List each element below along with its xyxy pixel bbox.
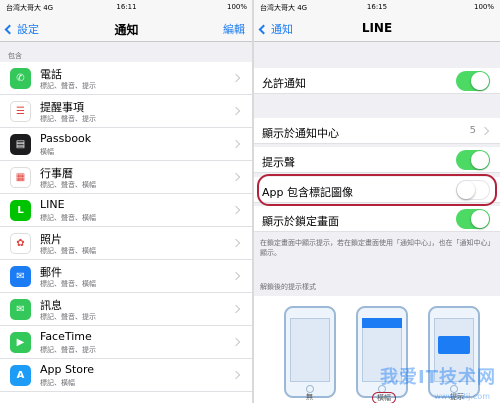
app-list: ✆ 電話 標記、聲音、提示 ☰ 提醒事項 標記、聲音、提示 ▤ Passbook 橫幅 ▦ 行事曆標… xyxy=(0,62,253,392)
chevron-right-icon xyxy=(231,172,241,182)
highlight-outline xyxy=(257,174,497,206)
sound-row[interactable]: 提示聲 xyxy=(254,147,500,173)
alert-style-label: 橫幅 xyxy=(372,392,396,403)
app-subtitle: 標記、聲音、橫幅 xyxy=(40,280,96,288)
alert-preview xyxy=(438,336,470,354)
calendar-icon: ▦ xyxy=(10,167,31,188)
list-item[interactable]: L LINE 標記、聲音、橫幅 xyxy=(0,194,253,227)
app-name: 行事曆 xyxy=(40,167,73,180)
app-subtitle: 標記、聲音、提示 xyxy=(40,82,96,90)
clock: 16:11 xyxy=(116,3,137,11)
chevron-right-icon xyxy=(231,337,241,347)
allow-notifications-label: 允許通知 xyxy=(262,77,306,90)
list-item[interactable]: ▦ 行事曆 標記、聲音、橫幅 xyxy=(0,161,253,194)
toggle-knob xyxy=(471,151,489,169)
battery-level: 100% xyxy=(226,3,247,11)
allow-notifications-toggle[interactable] xyxy=(456,71,490,91)
show-in-center-label: 顯示於通知中心 xyxy=(262,127,339,140)
chevron-right-icon xyxy=(231,271,241,281)
list-item[interactable]: ✿ 照片 標記、聲音、橫幅 xyxy=(0,227,253,260)
appstore-icon: A xyxy=(10,365,31,386)
chevron-right-icon xyxy=(231,238,241,248)
list-item[interactable]: A App Store 標記、橫幅 xyxy=(0,359,253,392)
app-name: 照片 xyxy=(40,233,62,246)
lock-screen-row[interactable]: 顯示於鎖定畫面 xyxy=(254,206,500,232)
app-subtitle: 標記、橫幅 xyxy=(40,379,75,387)
page-title: LINE xyxy=(361,21,393,35)
status-bar: 台湾大哥大 4G 16:15 100% xyxy=(254,0,500,14)
passbook-icon: ▤ xyxy=(10,134,31,155)
watermark: 我爱IT技术网 xyxy=(380,367,496,388)
app-name: 電話 xyxy=(40,68,62,81)
app-subtitle: 標記、聲音、橫幅 xyxy=(40,247,96,255)
list-item[interactable]: ✆ 電話 標記、聲音、提示 xyxy=(0,62,253,95)
reminders-icon: ☰ xyxy=(10,101,31,122)
list-item[interactable]: ☰ 提醒事項 標記、聲音、提示 xyxy=(0,95,253,128)
phone-icon: ✆ xyxy=(10,68,31,89)
app-subtitle: 標記、聲音、提示 xyxy=(40,115,96,123)
battery-level: 100% xyxy=(473,3,494,11)
mail-icon: ✉ xyxy=(10,266,31,287)
app-subtitle: 標記、聲音、橫幅 xyxy=(40,181,96,189)
chevron-right-icon xyxy=(231,106,241,116)
app-name: App Store xyxy=(40,363,95,376)
chevron-right-icon xyxy=(231,304,241,314)
photos-icon: ✿ xyxy=(10,233,31,254)
watermark-url: www.52ij.com xyxy=(434,392,490,401)
chevron-right-icon xyxy=(480,126,490,136)
banner-preview xyxy=(362,318,402,328)
app-name: Passbook xyxy=(40,132,92,145)
app-name: 訊息 xyxy=(40,299,62,312)
status-bar: 台湾大哥大 4G 16:11 100% xyxy=(0,0,253,14)
lock-screen-label: 顯示於鎖定畫面 xyxy=(262,215,339,228)
sound-label: 提示聲 xyxy=(262,156,295,169)
section-header: 包含 xyxy=(0,42,253,62)
clock: 16:15 xyxy=(366,3,388,11)
app-subtitle: 標記、聲音、提示 xyxy=(40,346,96,354)
notifications-screen: 台湾大哥大 4G 16:11 100% 設定 通知 編輯 包含 ✆ 電話 標記、聲音… xyxy=(0,0,253,403)
app-name: 提醒事項 xyxy=(40,101,84,114)
messages-icon: ✉ xyxy=(10,299,31,320)
line-notification-settings: 台湾大哥大 4G 16:15 100% 通知 LINE 允許通知 顯示於通知中心… xyxy=(254,0,500,403)
list-item[interactable]: ▶ FaceTime 標記、聲音、提示 xyxy=(0,326,253,359)
chevron-right-icon xyxy=(231,139,241,149)
list-item[interactable]: ▤ Passbook 橫幅 xyxy=(0,128,253,161)
list-item[interactable]: ✉ 郵件 標記、聲音、橫幅 xyxy=(0,260,253,293)
chevron-right-icon xyxy=(231,73,241,83)
nav-bar: 設定 通知 編輯 xyxy=(0,14,253,42)
alert-style-none[interactable] xyxy=(284,306,336,398)
app-name: 郵件 xyxy=(40,266,62,279)
lock-screen-note: 在鎖定畫面中顯示提示，若在鎖定畫面使用「通知中心」，也在「通知中心」顯示。 xyxy=(260,239,495,257)
edit-button[interactable]: 編輯 xyxy=(223,21,245,37)
alert-style-label: 無 xyxy=(306,393,313,401)
chevron-right-icon xyxy=(231,370,241,380)
phone-screen xyxy=(290,318,330,382)
chevron-right-icon xyxy=(231,205,241,215)
nav-bar: 通知 LINE xyxy=(254,14,500,42)
app-subtitle: 標記、聲音、提示 xyxy=(40,313,96,321)
show-in-center-value: 5 xyxy=(469,125,476,136)
toggle-knob xyxy=(471,210,489,228)
app-subtitle: 橫幅 xyxy=(40,148,54,156)
sound-toggle[interactable] xyxy=(456,150,490,170)
app-name: LINE xyxy=(40,198,65,211)
allow-notifications-row[interactable]: 允許通知 xyxy=(254,68,500,94)
lock-screen-toggle[interactable] xyxy=(456,209,490,229)
show-in-center-row[interactable]: 顯示於通知中心 5 xyxy=(254,118,500,144)
list-item[interactable]: ✉ 訊息 標記、聲音、提示 xyxy=(0,293,253,326)
facetime-icon: ▶ xyxy=(10,332,31,353)
app-subtitle: 標記、聲音、橫幅 xyxy=(40,214,96,222)
page-title: 通知 xyxy=(114,23,139,37)
toggle-knob xyxy=(471,72,489,90)
alert-style-header: 解鎖後的提示樣式 xyxy=(260,283,316,291)
line-icon: L xyxy=(10,200,31,221)
app-name: FaceTime xyxy=(40,330,92,343)
